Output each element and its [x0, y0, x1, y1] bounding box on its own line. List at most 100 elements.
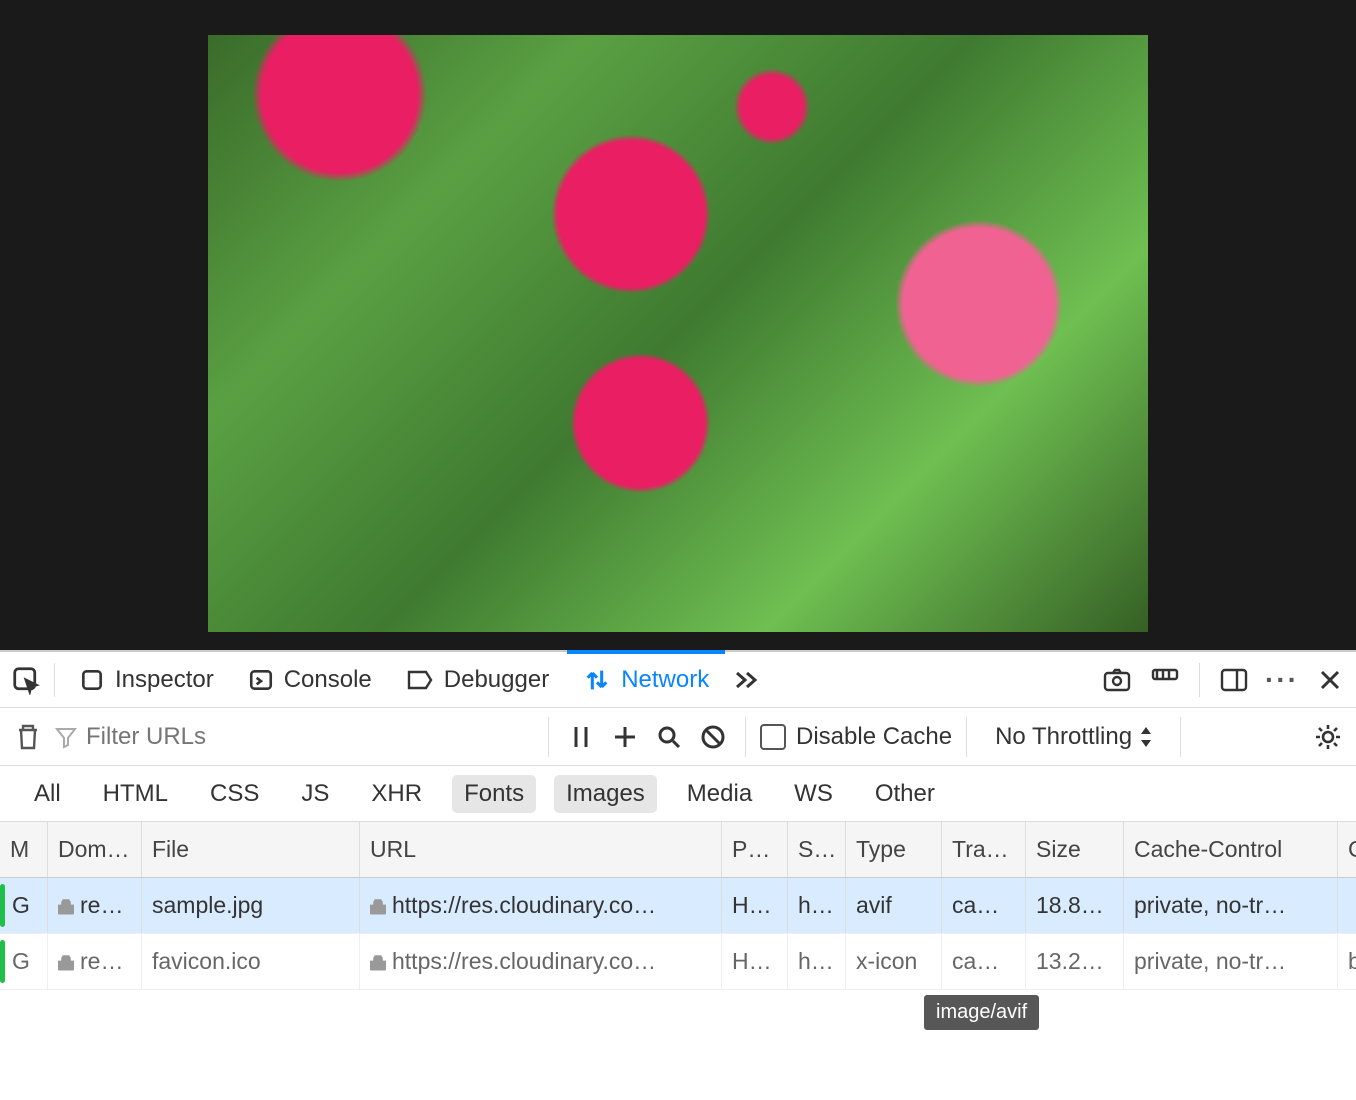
- cell-file: sample.jpg: [142, 878, 360, 933]
- lock-icon: [58, 953, 74, 971]
- col-type[interactable]: Type: [846, 822, 942, 877]
- lock-icon: [58, 897, 74, 915]
- table-header-row: M Dom… File URL P… S… Type Tra… Size Cac…: [0, 822, 1356, 878]
- plus-icon: [612, 724, 638, 750]
- tab-label: Network: [621, 666, 709, 694]
- cell-transferred: ca…: [942, 878, 1026, 933]
- cell-protocol: H…: [722, 934, 788, 989]
- page-viewport: [0, 0, 1356, 650]
- tab-network[interactable]: Network: [569, 652, 723, 707]
- console-icon: [248, 667, 274, 693]
- filter-css[interactable]: CSS: [198, 775, 271, 813]
- col-domain[interactable]: Dom…: [48, 822, 142, 877]
- tab-console[interactable]: Console: [234, 652, 386, 707]
- filter-xhr[interactable]: XHR: [359, 775, 434, 813]
- filter-js[interactable]: JS: [289, 775, 341, 813]
- cell-domain: re…: [48, 934, 142, 989]
- disable-cache-label: Disable Cache: [796, 723, 952, 751]
- filter-images[interactable]: Images: [554, 775, 657, 813]
- cell-type: x-icon: [846, 934, 942, 989]
- cell-scheme: h…: [788, 878, 846, 933]
- filter-urls-input[interactable]: [86, 723, 446, 751]
- request-type-filters: All HTML CSS JS XHR Fonts Images Media W…: [0, 766, 1356, 822]
- search-icon: [656, 724, 682, 750]
- network-toolbar: Disable Cache No Throttling: [0, 708, 1356, 766]
- network-icon: [583, 666, 611, 694]
- type-tooltip: image/avif: [924, 995, 1039, 1030]
- trash-icon: [15, 722, 41, 752]
- chevron-double-right-icon: [733, 669, 761, 691]
- cell-file: favicon.ico: [142, 934, 360, 989]
- filter-fonts[interactable]: Fonts: [452, 775, 536, 813]
- col-protocol[interactable]: P…: [722, 822, 788, 877]
- cell-size: 18.8…: [1026, 878, 1124, 933]
- throttling-select[interactable]: No Throttling: [981, 723, 1166, 751]
- separator: [966, 717, 967, 757]
- cell-last: [1338, 878, 1356, 933]
- cell-cache: private, no-tr…: [1124, 934, 1338, 989]
- close-devtools-icon[interactable]: [1312, 662, 1348, 698]
- tab-inspector[interactable]: Inspector: [65, 652, 228, 707]
- lock-icon: [370, 897, 386, 915]
- kebab-menu-icon[interactable]: ···: [1264, 662, 1300, 698]
- tab-label: Console: [284, 666, 372, 694]
- table-row[interactable]: G re… sample.jpg https://res.cloudinary.…: [0, 878, 1356, 934]
- col-size[interactable]: Size: [1026, 822, 1124, 877]
- col-scheme[interactable]: S…: [788, 822, 846, 877]
- network-table: M Dom… File URL P… S… Type Tra… Size Cac…: [0, 822, 1356, 990]
- col-transferred[interactable]: Tra…: [942, 822, 1026, 877]
- pick-element-icon[interactable]: [8, 662, 44, 698]
- screenshot-icon[interactable]: [1099, 662, 1135, 698]
- debugger-icon: [406, 669, 434, 691]
- separator: [1180, 717, 1181, 757]
- filter-ws[interactable]: WS: [782, 775, 845, 813]
- tab-label: Inspector: [115, 666, 214, 694]
- filter-other[interactable]: Other: [863, 775, 947, 813]
- cell-domain: re…: [48, 878, 142, 933]
- clear-button[interactable]: [10, 719, 46, 755]
- tab-label: Debugger: [444, 666, 549, 694]
- separator: [548, 717, 549, 757]
- separator: [54, 663, 55, 697]
- separator: [745, 717, 746, 757]
- settings-button[interactable]: [1310, 719, 1346, 755]
- col-method[interactable]: M: [0, 822, 48, 877]
- filter-all[interactable]: All: [22, 775, 73, 813]
- col-url[interactable]: URL: [360, 822, 722, 877]
- throttling-label: No Throttling: [995, 723, 1132, 751]
- cell-url: https://res.cloudinary.co…: [360, 934, 722, 989]
- col-last[interactable]: C: [1338, 822, 1356, 877]
- pause-icon: [571, 724, 591, 750]
- checkbox-icon: [760, 724, 786, 750]
- responsive-mode-icon[interactable]: [1147, 662, 1183, 698]
- funnel-icon: [54, 725, 78, 749]
- filter-media[interactable]: Media: [675, 775, 764, 813]
- disable-cache-toggle[interactable]: Disable Cache: [760, 723, 952, 751]
- content-image: [208, 35, 1148, 632]
- cell-method: G: [0, 878, 48, 933]
- cell-url: https://res.cloudinary.co…: [360, 878, 722, 933]
- pause-button[interactable]: [563, 719, 599, 755]
- inspector-icon: [79, 667, 105, 693]
- more-tabs-button[interactable]: [729, 662, 765, 698]
- cell-method: G: [0, 934, 48, 989]
- cell-size: 13.2…: [1026, 934, 1124, 989]
- cell-transferred: ca…: [942, 934, 1026, 989]
- add-button[interactable]: [607, 719, 643, 755]
- cell-last: b: [1338, 934, 1356, 989]
- table-row[interactable]: G re… favicon.ico https://res.cloudinary…: [0, 934, 1356, 990]
- cell-type: avif: [846, 878, 942, 933]
- devtools-tabbar: Inspector Console Debugger Network ···: [0, 650, 1356, 708]
- col-cache[interactable]: Cache-Control: [1124, 822, 1338, 877]
- tab-debugger[interactable]: Debugger: [392, 652, 563, 707]
- updown-icon: [1140, 727, 1152, 747]
- filter-html[interactable]: HTML: [91, 775, 180, 813]
- cell-scheme: h…: [788, 934, 846, 989]
- gear-icon: [1313, 722, 1343, 752]
- col-file[interactable]: File: [142, 822, 360, 877]
- search-button[interactable]: [651, 719, 687, 755]
- block-button[interactable]: [695, 719, 731, 755]
- dock-side-icon[interactable]: [1216, 662, 1252, 698]
- lock-icon: [370, 953, 386, 971]
- separator: [1199, 663, 1200, 697]
